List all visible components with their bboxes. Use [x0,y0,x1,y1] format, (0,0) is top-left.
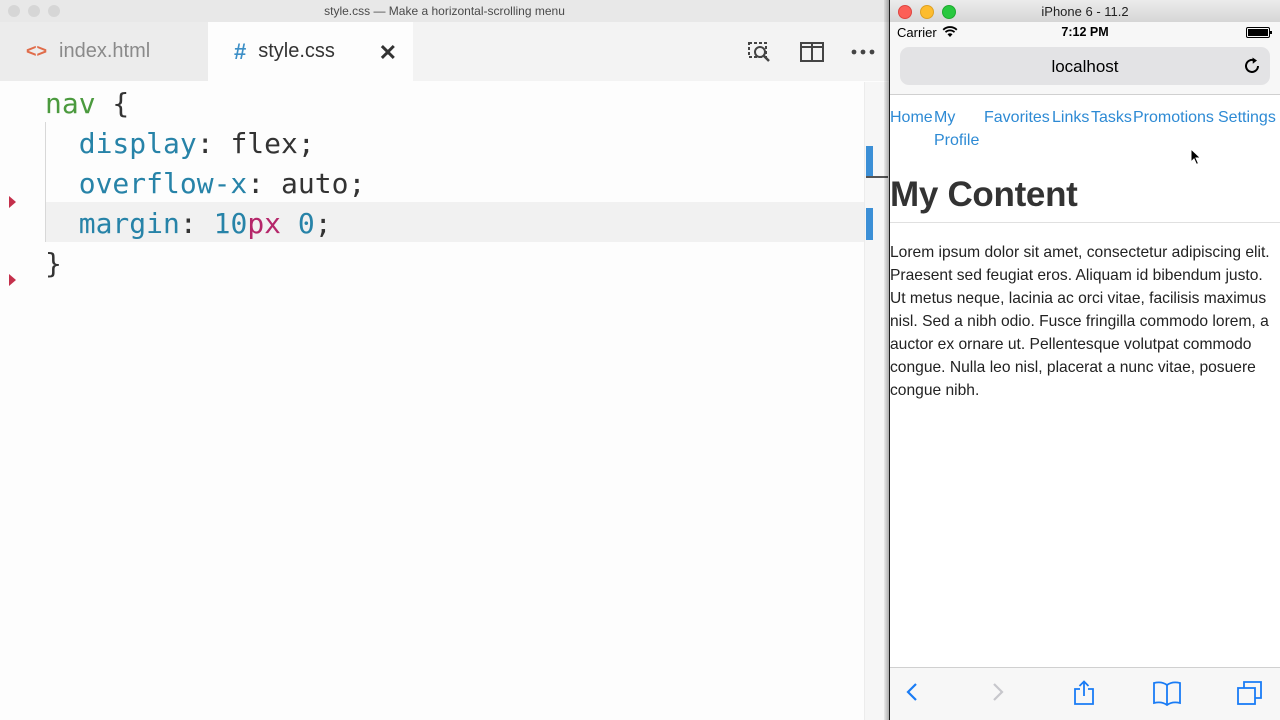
css-value: : flex; [196,127,315,160]
scrollbar-change-marker [866,208,873,240]
css-number: 0 [297,207,315,240]
split-editor-icon[interactable] [799,41,825,63]
code-line-2: display: flex; [45,124,315,164]
css-property: margin [78,207,180,240]
tabs-icon[interactable] [1236,680,1264,711]
back-icon[interactable] [904,680,920,709]
bookmarks-icon[interactable] [1152,680,1182,711]
code-token: : [179,207,214,240]
code-brackets-icon: <> [26,41,48,61]
close-tab-icon[interactable]: ✕ [379,40,397,66]
css-selector: nav [45,87,96,120]
safari-address-bar: localhost [890,42,1280,95]
code-line-4: margin: 10px 0; [45,204,332,244]
tab-index-html[interactable]: <> index.html [0,22,208,81]
window-shadow [884,0,889,720]
editor-tab-bar: <> index.html # style.css ✕ [0,22,889,81]
scrollbar-change-marker [866,146,873,176]
nav-link-favorites[interactable]: Favorites [984,106,1050,129]
code-token: } [45,247,62,280]
code-area[interactable]: nav { display: flex; overflow-x: auto; m… [0,82,864,720]
editor-titlebar: style.css — Make a horizontal-scrolling … [0,0,889,23]
git-change-marker [9,196,16,208]
indent-guide [45,122,46,242]
page-heading: My Content [890,175,1078,214]
body-paragraph: Lorem ipsum dolor sit amet, consectetur … [890,244,1270,399]
hash-icon: # [234,38,247,64]
iphone-simulator-window: iPhone 6 - 11.2 Carrier 7:12 PM localhos… [890,0,1280,720]
code-editor-window: style.css — Make a horizontal-scrolling … [0,0,889,720]
tab-label: style.css [258,40,335,62]
reload-icon[interactable] [1242,56,1262,81]
web-page: Home My Profile Favorites Links Tasks Pr… [890,95,1280,667]
css-unit: px [247,207,282,240]
code-line-3: overflow-x: auto; [45,164,366,204]
nav-link-promotions[interactable]: Promotions [1133,106,1214,129]
simulator-titlebar: iPhone 6 - 11.2 [890,0,1280,23]
forward-icon[interactable] [990,680,1006,709]
nav-link-links[interactable]: Links [1052,106,1089,129]
editor-actions [747,22,875,81]
code-token: { [95,87,130,120]
safari-toolbar [890,667,1280,720]
share-icon[interactable] [1072,680,1096,711]
tab-style-css[interactable]: # style.css ✕ [208,22,413,81]
css-number: 10 [213,207,248,240]
css-property: display [78,127,197,160]
url-text: localhost [1051,57,1119,76]
nav-link-home[interactable]: Home [890,106,933,129]
tab-label: index.html [59,40,151,62]
editor-window-title: style.css — Make a horizontal-scrolling … [324,4,565,18]
ios-status-bar: Carrier 7:12 PM [890,22,1280,42]
nav-link-my-profile[interactable]: My Profile [934,106,984,152]
heading-divider [890,222,1280,223]
nav-link-tasks[interactable]: Tasks [1091,106,1132,129]
status-time: 7:12 PM [1061,25,1109,39]
simulator-window-title: iPhone 6 - 11.2 [1041,4,1129,19]
nav-link-settings[interactable]: Settings [1218,106,1276,129]
css-property: overflow-x [78,167,248,200]
url-field[interactable]: localhost [900,47,1270,85]
css-value: : auto; [247,167,366,200]
more-actions-icon[interactable] [851,49,875,55]
code-line-5: } [45,244,62,284]
git-change-marker [9,274,16,286]
code-token: ; [314,207,332,240]
battery-icon [1246,27,1272,38]
open-preview-icon[interactable] [747,40,773,64]
code-line-1: nav { [45,84,129,124]
mouse-pointer-icon [1190,147,1202,171]
